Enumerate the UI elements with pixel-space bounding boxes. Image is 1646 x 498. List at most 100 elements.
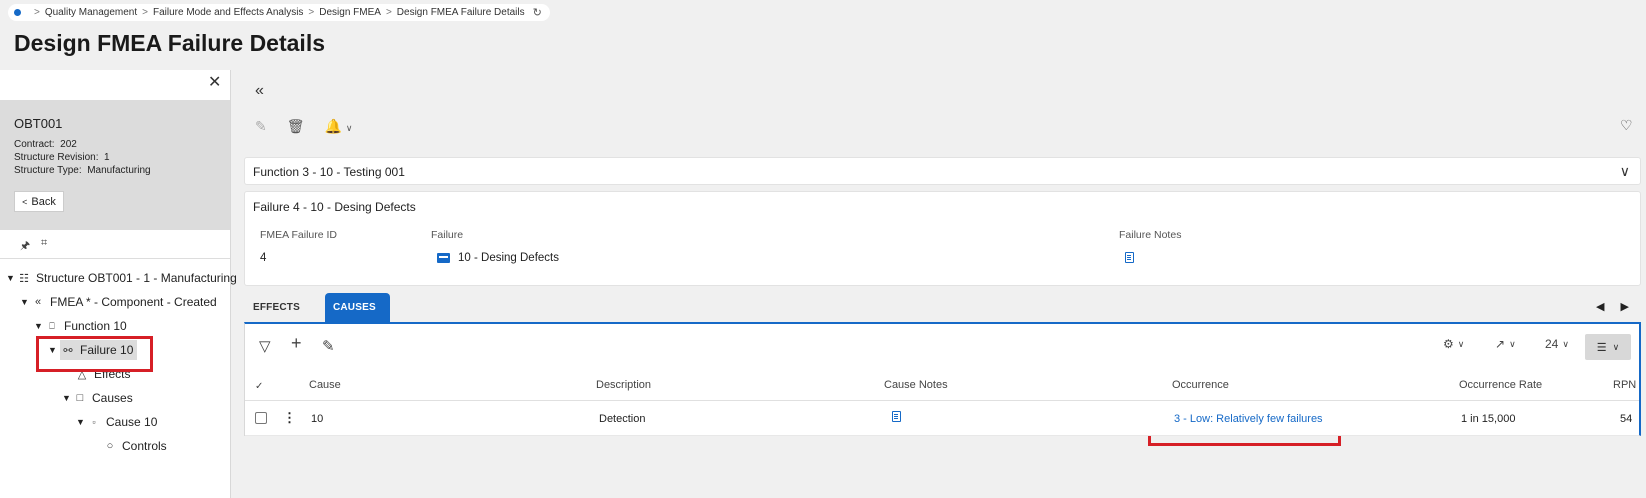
tree-node-effects[interactable]: △ Effects	[76, 364, 131, 384]
breadcrumb-item[interactable]: Failure Mode and Effects Analysis	[153, 7, 303, 18]
tree-node-function[interactable]: ▼ ⎕ Function 10	[34, 316, 127, 336]
caret-down-icon[interactable]: ▼	[76, 417, 88, 427]
tree-node-causes[interactable]: ▼ □ Causes	[62, 388, 133, 408]
description-cell: Detection	[599, 413, 646, 425]
column-header-cause-notes[interactable]: Cause Notes	[884, 379, 948, 391]
fmea-failure-id-value: 4	[260, 252, 267, 264]
favorite-icon[interactable]: ♡	[1620, 117, 1633, 134]
failure-card-header: Failure 4 - 10 - Desing Defects	[253, 200, 416, 214]
contract-value: 202	[60, 139, 77, 150]
hierarchy-icon[interactable]: ⌗	[41, 237, 47, 250]
tree-node-failure[interactable]: ▼ ⚯ Failure 10	[48, 340, 138, 360]
tree-node-structure[interactable]: ▼ ☷ Structure OBT001 - 1 - Manufacturing	[6, 268, 237, 288]
tab-scroll-right-icon[interactable]: ▶	[1620, 300, 1628, 313]
failure-notes-value[interactable]	[1125, 252, 1134, 263]
failure-record-icon	[437, 253, 450, 263]
selected-node: ⚯ Failure 10	[60, 340, 138, 360]
settings-menu[interactable]: ⚙ ∨	[1443, 337, 1464, 351]
failure-value-text: 10 - Desing Defects	[458, 252, 559, 264]
navigator-panel: ✕ OBT001 Contract: 202 Structure Revisio…	[0, 70, 237, 498]
occurrence-rate-cell: 1 in 15,000	[1461, 413, 1516, 425]
add-icon[interactable]: +	[291, 333, 302, 354]
failure-card: Failure 4 - 10 - Desing Defects FMEA Fai…	[244, 191, 1641, 286]
tab-label: EFFECTS	[253, 302, 300, 313]
page-size-value: 24	[1545, 337, 1559, 351]
revision-label: Structure Revision:	[14, 152, 99, 163]
column-header-occurrence-rate[interactable]: Occurrence Rate	[1459, 379, 1542, 391]
tree-node-label: Failure 10	[80, 343, 134, 357]
collapse-panel-icon[interactable]: «	[255, 82, 264, 100]
tree-node-cause[interactable]: ▼ ▫ Cause 10	[76, 412, 157, 432]
function-group-bar[interactable]: Function 3 - 10 - Testing 001 ∨	[244, 157, 1641, 185]
failure-notes-label: Failure Notes	[1119, 229, 1182, 241]
home-icon[interactable]	[14, 9, 21, 16]
function-icon: ⎕	[49, 320, 55, 331]
filter-icon[interactable]: ▽	[259, 337, 271, 355]
chevron-down-icon: ∨	[1509, 338, 1516, 349]
chevron-right-icon: >	[385, 7, 392, 18]
column-header-rpn[interactable]: RPN	[1613, 379, 1636, 391]
breadcrumb-item[interactable]: Design FMEA	[319, 7, 381, 18]
back-button[interactable]: < Back	[14, 191, 64, 212]
tree-node-label: Cause 10	[106, 415, 158, 429]
breadcrumb-item[interactable]: Quality Management	[45, 7, 137, 18]
notification-icon[interactable]: 🔔 ∨	[325, 118, 353, 135]
chevron-down-icon: ∨	[345, 123, 353, 133]
column-header-cause[interactable]: Cause	[309, 379, 341, 391]
tab-causes[interactable]: CAUSES	[324, 293, 390, 322]
chevron-right-icon: >	[308, 7, 315, 18]
document-icon[interactable]	[1125, 252, 1134, 263]
caret-down-icon[interactable]: ▼	[48, 345, 60, 355]
column-header-occurrence[interactable]: Occurrence	[1172, 379, 1229, 391]
caret-down-icon[interactable]: ▼	[34, 321, 46, 331]
small-square-icon: ▫	[92, 417, 96, 427]
cause-notes-cell[interactable]	[892, 411, 901, 425]
tree-node-label: Structure OBT001 - 1 - Manufacturing	[36, 271, 237, 285]
caret-down-icon[interactable]: ▼	[6, 273, 18, 283]
select-all-checkmark[interactable]: ✓	[255, 381, 263, 392]
pin-icon[interactable]: 🖈	[20, 237, 30, 256]
chevron-down-icon[interactable]: ∨	[1620, 163, 1630, 180]
refresh-icon[interactable]: ↻	[533, 6, 542, 19]
caret-down-icon[interactable]: ▼	[20, 297, 32, 307]
page-size-select[interactable]: 24 ∨	[1545, 337, 1569, 351]
chevron-right-icon: >	[34, 7, 40, 18]
view-mode-button[interactable]: ☰ ∨	[1585, 334, 1631, 360]
record-title: OBT001	[14, 116, 63, 131]
tree-node-label: Causes	[92, 391, 133, 405]
edit-icon[interactable]: ✎	[322, 337, 335, 355]
square-icon: □	[76, 392, 84, 404]
chevron-left-icon: <	[22, 196, 28, 207]
breadcrumb-current: Design FMEA Failure Details	[396, 7, 525, 18]
contract-label: Contract:	[14, 139, 55, 150]
rpn-cell: 54	[1620, 413, 1633, 425]
failure-value[interactable]: 10 - Desing Defects	[437, 252, 559, 264]
tree-toolbar: 🖈 ⌗	[0, 230, 230, 259]
tab-scroll-left-icon[interactable]: ◀	[1596, 300, 1604, 313]
row-menu-icon[interactable]: ⋮	[283, 410, 296, 426]
structure-type-label: Structure Type:	[14, 165, 82, 176]
gear-icon: ⚙	[1443, 337, 1454, 351]
tree-node-fmea[interactable]: ▼ « FMEA * - Component - Created	[20, 292, 217, 312]
tree-node-label: Effects	[94, 367, 131, 381]
caret-down-icon[interactable]: ▼	[62, 393, 74, 403]
structure-icon: ☷	[19, 272, 29, 285]
delete-icon[interactable]: 🗑	[287, 118, 305, 135]
failure-label: Failure	[431, 229, 464, 241]
row-checkbox[interactable]	[255, 412, 267, 424]
chevron-down-icon: ∨	[1457, 338, 1465, 349]
export-icon: ↗	[1495, 337, 1506, 351]
tab-effects[interactable]: EFFECTS	[244, 293, 309, 322]
column-header-description[interactable]: Description	[596, 379, 651, 391]
close-icon[interactable]: ✕	[208, 72, 221, 92]
export-menu[interactable]: ↗ ∨	[1495, 337, 1516, 351]
document-icon[interactable]	[892, 411, 901, 422]
edit-icon[interactable]: ✎	[255, 118, 267, 135]
tab-bar: EFFECTS CAUSES	[244, 293, 390, 322]
occurrence-cell[interactable]: 3 - Low: Relatively few failures	[1174, 413, 1323, 425]
tree-node-controls[interactable]: ○ Controls	[104, 436, 167, 456]
tab-label: CAUSES	[332, 302, 376, 313]
fmea-failure-id-label: FMEA Failure ID	[260, 229, 338, 241]
chevron-down-icon: ∨	[1562, 338, 1569, 349]
header-divider	[245, 400, 1639, 401]
